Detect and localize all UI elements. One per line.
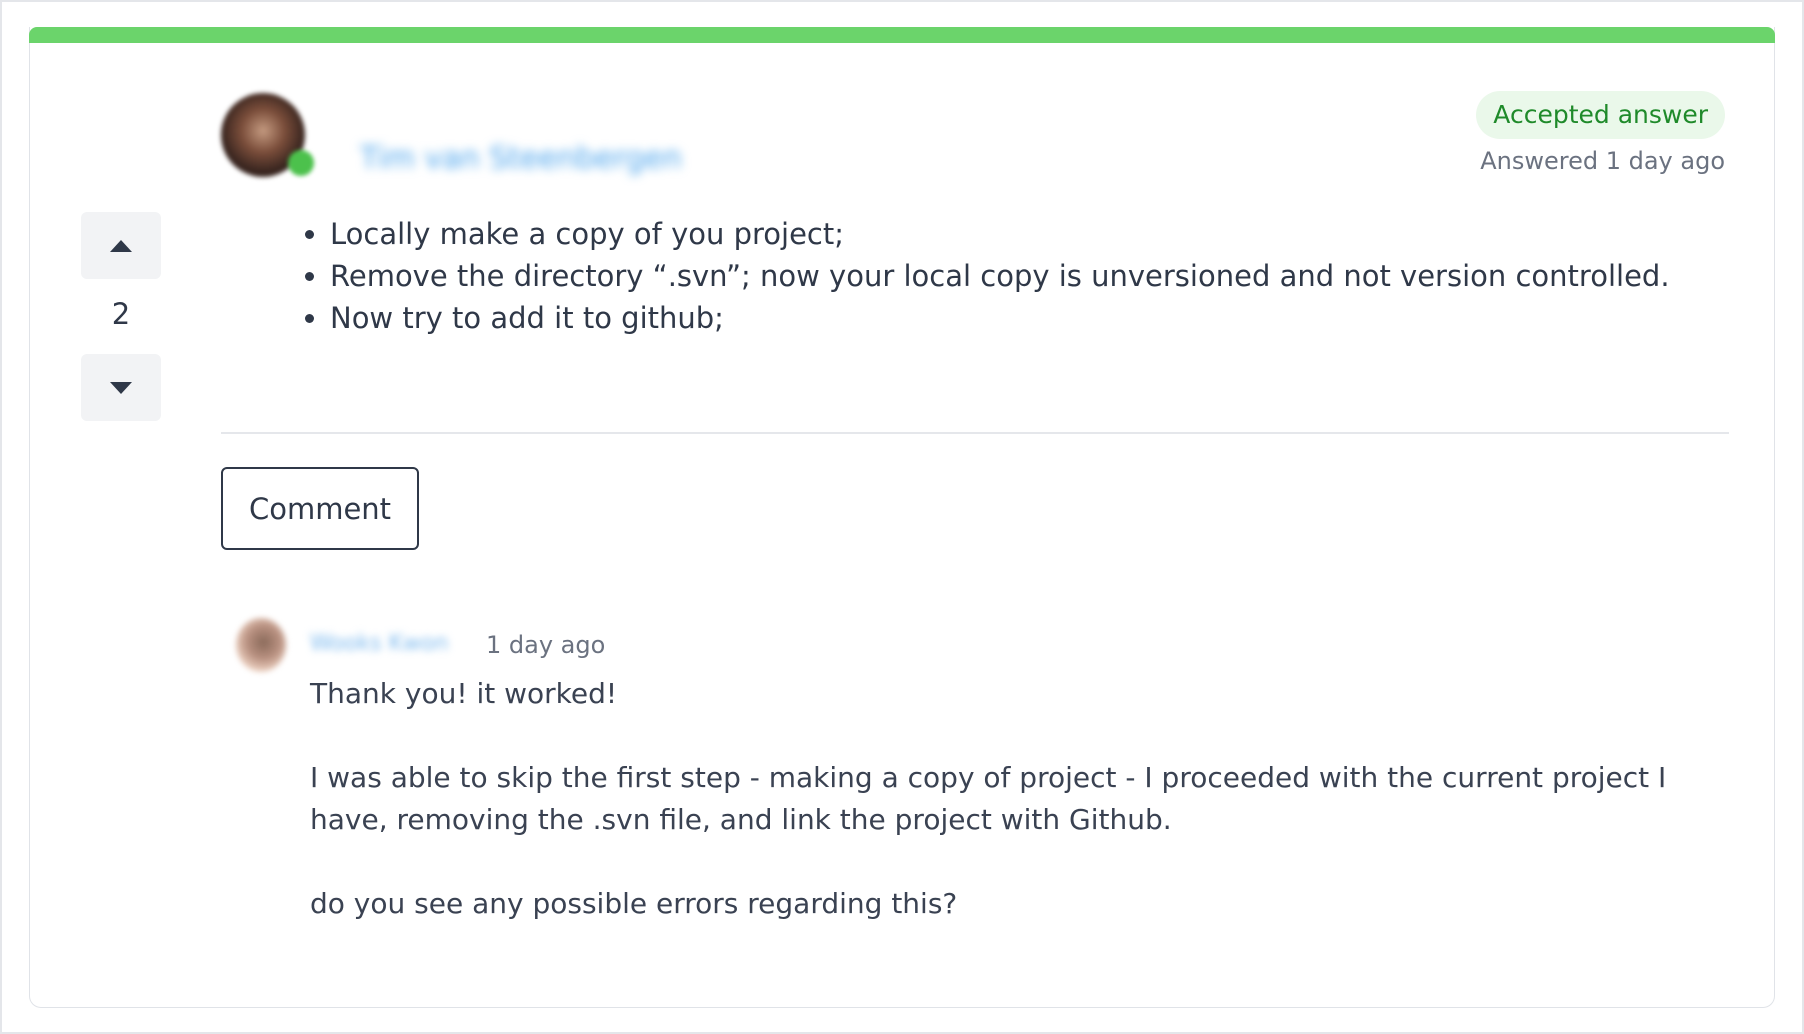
commenter-name-link[interactable]: Wooks Kwon [310, 631, 448, 656]
answer-card: 2 Tim van Steenbergen Accepted answer An… [29, 27, 1775, 1008]
answer-list-item: Locally make a copy of you project; [330, 213, 1670, 255]
comment-timestamp: 1 day ago [486, 631, 606, 659]
caret-down-icon [110, 381, 132, 394]
comment-button[interactable]: Comment [221, 467, 419, 550]
comment-paragraph: do you see any possible errors regarding… [310, 887, 958, 920]
comment-body: Thank you! it worked! I was able to skip… [310, 673, 1720, 967]
upvote-button[interactable] [81, 212, 161, 279]
answer-list-item: Now try to add it to github; [330, 297, 1670, 339]
vote-count: 2 [111, 297, 131, 331]
section-divider [221, 432, 1729, 434]
accepted-accent-bar [29, 27, 1775, 43]
commenter-avatar[interactable] [236, 618, 286, 672]
online-status-icon [288, 150, 314, 176]
author-name-link[interactable]: Tim van Steenbergen [360, 141, 682, 176]
caret-up-icon [110, 239, 132, 252]
comment-paragraph: I was able to skip the first step - maki… [310, 761, 1667, 836]
accepted-answer-badge: Accepted answer [1476, 91, 1725, 139]
answer-body-list: Locally make a copy of you project; Remo… [302, 213, 1670, 339]
comment-paragraph: Thank you! it worked! [310, 677, 618, 710]
answered-timestamp: Answered 1 day ago [1480, 147, 1725, 175]
downvote-button[interactable] [81, 354, 161, 421]
answer-list-item: Remove the directory “.svn”; now your lo… [330, 255, 1670, 297]
